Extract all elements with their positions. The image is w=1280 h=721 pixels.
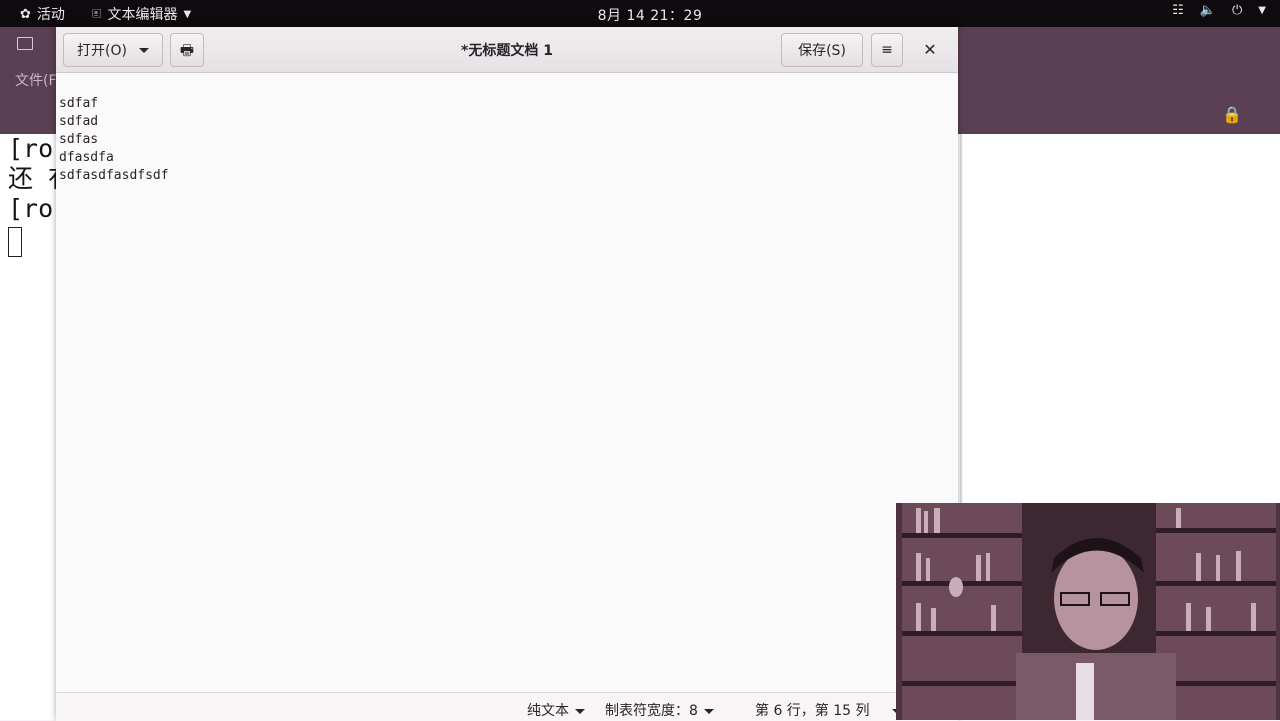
hamburger-menu-icon: ≡ — [881, 42, 893, 58]
top-bar: ✿ 活动 🗉 文本编辑器 ▼ 8月 14 21：29 ☷ 🔈 ⏻ ▼ — [0, 0, 1280, 27]
language-label: 纯文本 — [527, 703, 569, 719]
cursor-position[interactable]: 第 6 行，第 15 列 — [755, 700, 902, 720]
volume-icon: 🔈 — [1199, 3, 1216, 18]
chevron-down-icon — [703, 708, 714, 714]
terminal-cursor — [8, 227, 22, 257]
text-area[interactable]: sdfaf sdfad sdfas dfasdfa sdfasdfasdfsdf — [56, 95, 958, 691]
close-button[interactable]: ✕ — [916, 37, 944, 63]
network-icon: ☷ — [1172, 3, 1184, 18]
text-line: sdfasdfasdfsdf — [59, 168, 169, 183]
save-button[interactable]: 保存(S) — [781, 33, 863, 67]
status-bar: 纯文本 制表符宽度：8 第 6 行，第 15 列 — [56, 692, 958, 721]
close-icon: ✕ — [923, 40, 937, 59]
system-tray[interactable]: ☷ 🔈 ⏻ ▼ — [1172, 4, 1266, 17]
terminal-line: [ro — [8, 134, 54, 163]
text-line: sdfad — [59, 114, 99, 129]
power-icon: ⏻ — [1232, 3, 1243, 18]
chevron-down-icon: ▼ — [1258, 5, 1266, 16]
text-line: sdfas — [59, 132, 99, 147]
language-selector[interactable]: 纯文本 — [527, 700, 585, 720]
hamburger-menu-button[interactable]: ≡ — [871, 33, 903, 67]
terminal-line: 还 有 — [8, 164, 60, 193]
save-label: 保存(S) — [798, 43, 846, 59]
text-editor-window: 打开(O) 🖶 *无标题文档 1 保存(S) ≡ ✕ sdfaf sdfad s… — [56, 27, 958, 721]
cursor-position-label: 第 6 行，第 15 列 — [755, 703, 870, 719]
divider — [960, 134, 962, 534]
terminal-output[interactable]: [ro 还 有 [ro — [0, 134, 60, 720]
webcam-overlay — [896, 503, 1280, 720]
tab-width-label: 制表符宽度：8 — [605, 703, 698, 719]
text-line: dfasdfa — [59, 150, 114, 165]
lock-icon: 🔒 — [1222, 105, 1242, 124]
terminal-line: [ro — [8, 194, 54, 223]
terminal-icon — [17, 37, 33, 50]
chevron-down-icon — [575, 708, 585, 714]
header-bar: 打开(O) 🖶 *无标题文档 1 保存(S) ≡ ✕ — [56, 27, 958, 73]
tab-width-selector[interactable]: 制表符宽度：8 — [605, 700, 714, 720]
text-line: sdfaf — [59, 96, 99, 111]
terminal-menu-file[interactable]: 文件(F — [15, 70, 57, 90]
webcam-image — [896, 503, 1280, 720]
clock[interactable]: 8月 14 21：29 — [0, 5, 1280, 25]
